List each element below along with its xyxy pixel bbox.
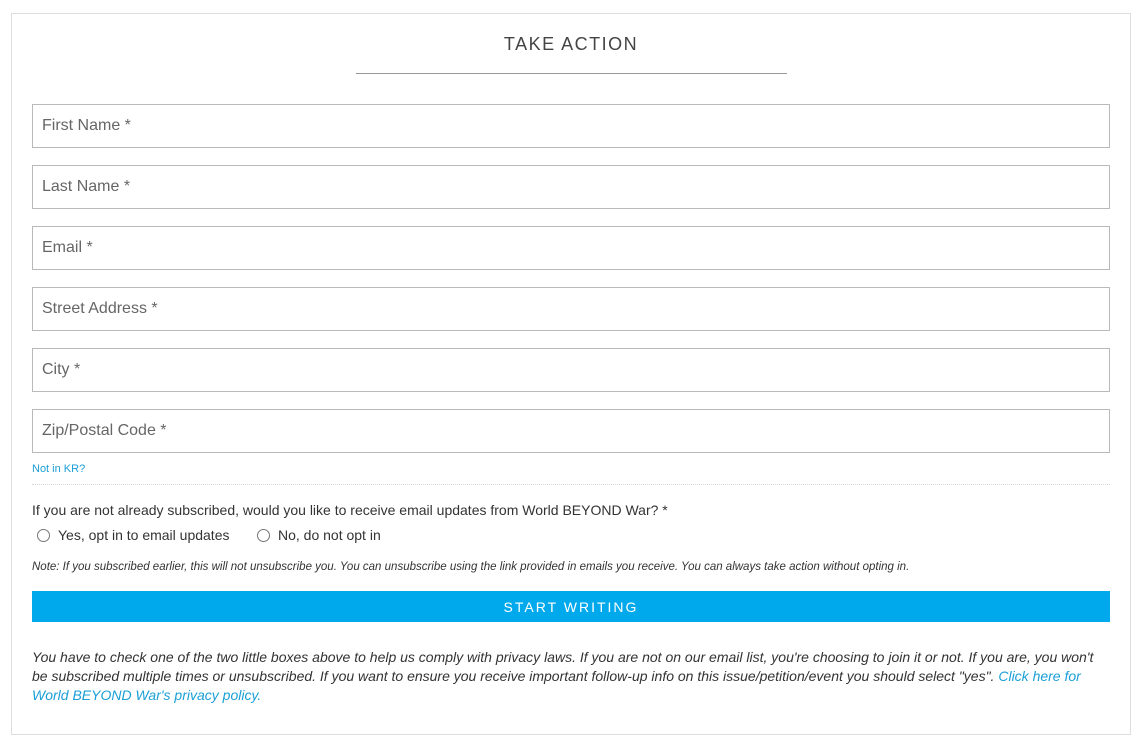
optin-yes-label[interactable]: Yes, opt in to email updates [58, 527, 230, 543]
email-input[interactable] [32, 226, 1110, 270]
not-in-region-link[interactable]: Not in KR? [32, 463, 85, 475]
optin-yes-radio[interactable] [37, 528, 50, 542]
title-divider [356, 73, 787, 74]
optin-no-radio[interactable] [257, 528, 270, 542]
privacy-notice: You have to check one of the two little … [32, 648, 1110, 705]
section-divider [32, 484, 1110, 485]
city-input[interactable] [32, 348, 1110, 392]
start-writing-button[interactable]: START WRITING [32, 591, 1110, 622]
take-action-panel: TAKE ACTION Not in KR? If you are not al… [11, 13, 1131, 735]
first-name-input[interactable] [32, 104, 1110, 148]
zip-postal-code-input[interactable] [32, 409, 1110, 453]
optin-no-option[interactable]: No, do not opt in [257, 527, 381, 543]
last-name-input[interactable] [32, 165, 1110, 209]
optin-no-label[interactable]: No, do not opt in [278, 527, 381, 543]
privacy-text: You have to check one of the two little … [32, 649, 1094, 684]
street-address-input[interactable] [32, 287, 1110, 331]
subscription-note: Note: If you subscribed earlier, this wi… [32, 561, 910, 573]
optin-question: If you are not already subscribed, would… [32, 502, 668, 518]
optin-yes-option[interactable]: Yes, opt in to email updates [37, 527, 230, 543]
form-title: TAKE ACTION [503, 34, 639, 54]
